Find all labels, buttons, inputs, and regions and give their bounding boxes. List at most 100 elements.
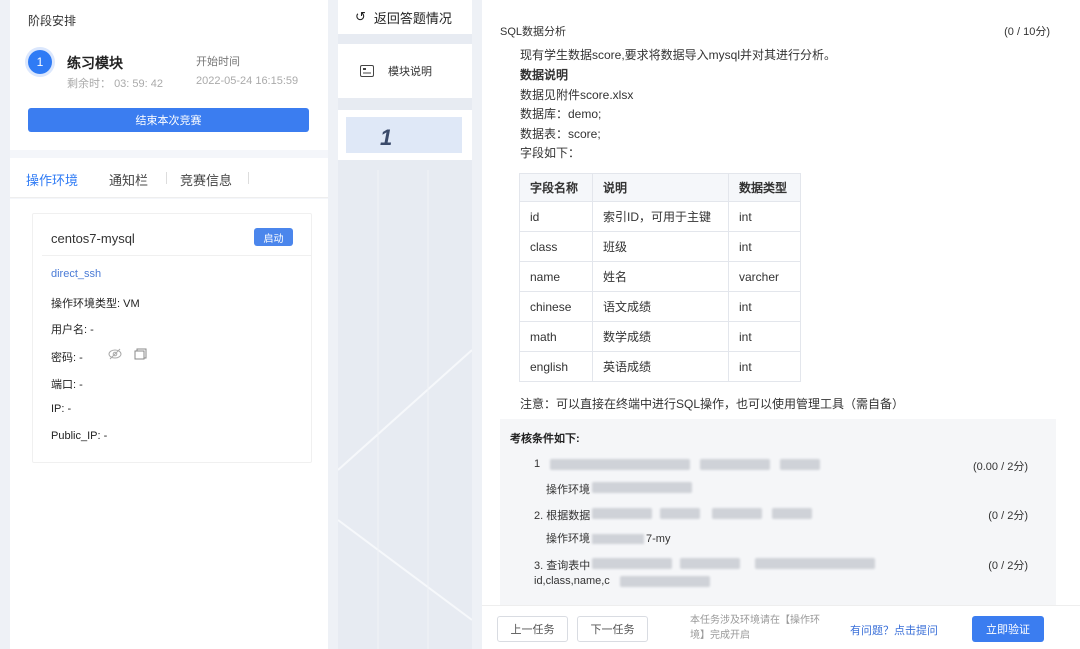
redacted-text — [592, 558, 672, 569]
column-header: 字段名称 — [519, 173, 593, 202]
module-description-button[interactable]: 模块说明 — [338, 44, 472, 98]
copy-icon[interactable] — [134, 348, 148, 360]
return-label: 返回答题情况 — [373, 10, 452, 26]
stage-title: 阶段安排 — [28, 14, 77, 28]
public-ip-value: - — [103, 430, 108, 442]
username-value: - — [90, 324, 94, 336]
divider — [42, 255, 312, 256]
redacted-text — [592, 534, 644, 545]
table-cell: int — [728, 231, 801, 262]
public-ip-row: Public_IP: - — [51, 430, 107, 442]
table-cell: name — [519, 261, 593, 292]
direct-ssh-link[interactable]: direct_ssh — [51, 268, 101, 280]
next-task-button[interactable]: 下一任务 — [577, 616, 648, 642]
ip-label: IP: — [51, 403, 65, 415]
return-answer-button[interactable]: ↺ 返回答题情况 — [338, 0, 472, 34]
condition-3-score: (0 / 2分) — [988, 560, 1028, 572]
environment-name: centos7-mysql — [51, 231, 135, 246]
redacted-text — [780, 459, 820, 470]
username-row: 用户名: - — [51, 321, 94, 337]
port-row: 端口: - — [51, 376, 83, 392]
table-cell: chinese — [519, 291, 593, 322]
remaining-value: 03: 59: 42 — [114, 78, 163, 90]
public-ip-label: Public_IP: — [51, 430, 101, 442]
env-tabs: 操作环境 通知栏 竞赛信息 — [10, 158, 328, 198]
redacted-text — [700, 459, 770, 470]
table-cell: varcher — [728, 261, 801, 292]
task-1-card[interactable]: 1 — [338, 110, 472, 160]
env-type-row: 操作环境类型: VM — [51, 295, 140, 311]
module-label: 模块说明 — [388, 66, 432, 78]
condition-1: 1 — [534, 458, 541, 470]
redacted-text — [680, 558, 740, 569]
table-cell: 索引ID，可用于主键 — [592, 201, 729, 232]
stage-module-name: 练习模块 — [67, 55, 123, 71]
ip-value: - — [67, 403, 72, 415]
condition-1-env: 操作环境 — [546, 484, 590, 496]
table-row: class 班级 int — [519, 231, 801, 262]
end-competition-button[interactable]: 结束本次竞赛 — [28, 108, 309, 132]
table-row: chinese 语文成绩 int — [519, 291, 801, 322]
tab-divider — [166, 172, 167, 184]
condition-2-env-label: 操作环境 — [546, 533, 590, 545]
table-cell: english — [519, 351, 593, 382]
password-label: 密码: — [51, 352, 77, 364]
tab-competition-info[interactable]: 竞赛信息 — [180, 170, 232, 189]
port-label: 端口: — [51, 379, 77, 391]
start-environment-button[interactable]: 启动 — [254, 228, 293, 246]
table-cell: int — [728, 321, 801, 352]
table-row: english 英语成绩 int — [519, 351, 801, 382]
tab-environment[interactable]: 操作环境 — [26, 170, 78, 189]
redacted-text — [712, 508, 762, 519]
table-header-row: 字段名称 说明 数据类型 — [519, 173, 801, 202]
condition-2: 2. 根据数据 — [534, 510, 591, 522]
stage-step-number: 1 — [28, 50, 52, 74]
eye-hidden-icon[interactable] — [108, 348, 122, 360]
table-row: id 索引ID，可用于主键 int — [519, 201, 801, 232]
table-row: math 数学成绩 int — [519, 321, 801, 352]
start-time-value: 2022-05-24 16:15:59 — [196, 75, 299, 87]
ip-row: IP: - — [51, 403, 71, 415]
env-type-label: 操作环境类型: — [51, 298, 121, 310]
password-value: - — [79, 352, 83, 364]
redacted-text — [755, 558, 875, 569]
remaining-label: 剩余时： — [67, 78, 111, 90]
attachment-line: 数据见附件score.xlsx — [520, 88, 634, 102]
username-label: 用户名: — [51, 324, 88, 336]
redacted-text — [592, 482, 692, 493]
tab-divider — [248, 172, 249, 184]
table-cell: class — [519, 231, 593, 262]
redacted-text — [550, 459, 690, 470]
table-cell: 语文成绩 — [592, 291, 729, 322]
table-cell: int — [728, 291, 801, 322]
table-cell: math — [519, 321, 593, 352]
condition-2-score: (0 / 2分) — [988, 510, 1028, 522]
table-cell: 班级 — [592, 231, 729, 262]
environment-box — [32, 213, 312, 463]
fields-table: 字段名称 说明 数据类型 id 索引ID，可用于主键 int class 班级 int … — [519, 173, 801, 382]
verify-button[interactable]: 立即验证 — [972, 616, 1044, 642]
remaining-time: 剩余时： 03: 59: 42 — [67, 75, 163, 91]
table-cell: id — [519, 201, 593, 232]
environment-card — [10, 199, 328, 649]
redacted-text — [592, 508, 652, 519]
module-info-icon — [360, 65, 374, 77]
port-value: - — [79, 379, 83, 391]
task-content: SQL数据分析 (0 / 10分) 现有学生数据score,要求将数据导入mys… — [482, 0, 1080, 649]
fields-line: 字段如下： — [520, 146, 581, 160]
table-cell: int — [728, 201, 801, 232]
tab-notice[interactable]: 通知栏 — [109, 170, 148, 189]
task-footer: 上一任务 下一任务 本任务涉及环境请在【操作环境】完成开启 有问题？点击提问 立… — [482, 605, 1080, 649]
task-number: 1 — [380, 125, 393, 150]
condition-2-env-tail: 7-my — [646, 533, 671, 545]
table-cell: 数学成绩 — [592, 321, 729, 352]
ask-question-link[interactable]: 有问题？点击提问 — [850, 622, 938, 638]
condition-1-score: (0.00 / 2分) — [972, 461, 1028, 473]
task-nav-column: ↺ 返回答题情况 模块说明 1 — [338, 0, 472, 649]
prev-task-button[interactable]: 上一任务 — [497, 616, 568, 642]
env-type-value: VM — [123, 298, 140, 310]
left-panel: 阶段安排 1 练习模块 开始时间 剩余时： 03: 59: 42 2022-05… — [10, 0, 328, 649]
condition-2-env: 操作环境 7-my — [546, 530, 670, 546]
condition-3: 3. 查询表中 — [534, 560, 591, 572]
return-arrow-icon: ↺ — [355, 9, 366, 24]
